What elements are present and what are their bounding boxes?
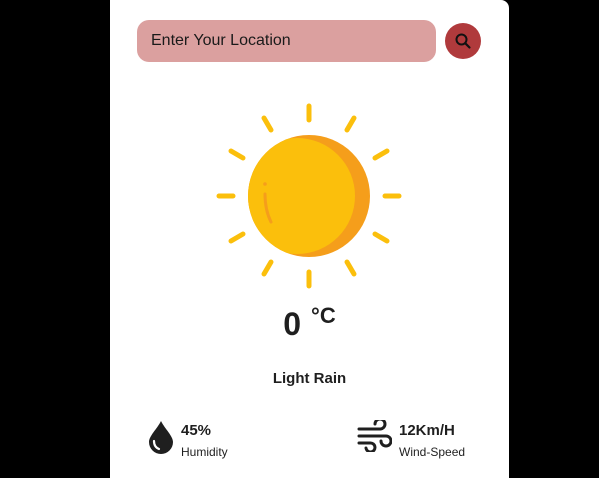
temperature-unit: °C — [311, 303, 336, 328]
search-bar — [137, 20, 481, 62]
sun-icon — [213, 100, 405, 292]
search-icon — [454, 32, 472, 50]
location-search-input[interactable] — [137, 20, 436, 62]
humidity-label: Humidity — [181, 445, 228, 459]
wind-icon — [356, 420, 392, 452]
search-button[interactable] — [445, 23, 481, 59]
humidity-value: 45% — [181, 422, 212, 439]
wind-speed-value: 12Km/H — [399, 422, 455, 439]
weather-condition: Light Rain — [272, 370, 347, 387]
water-drop-icon — [148, 420, 174, 454]
wind-speed-label: Wind-Speed — [399, 445, 466, 459]
weather-card: 0°C Light Rain 45% Humidity 12Km/ — [110, 0, 509, 478]
temperature: 0 °C — [110, 303, 509, 354]
temperature-value: 0 — [283, 306, 302, 342]
